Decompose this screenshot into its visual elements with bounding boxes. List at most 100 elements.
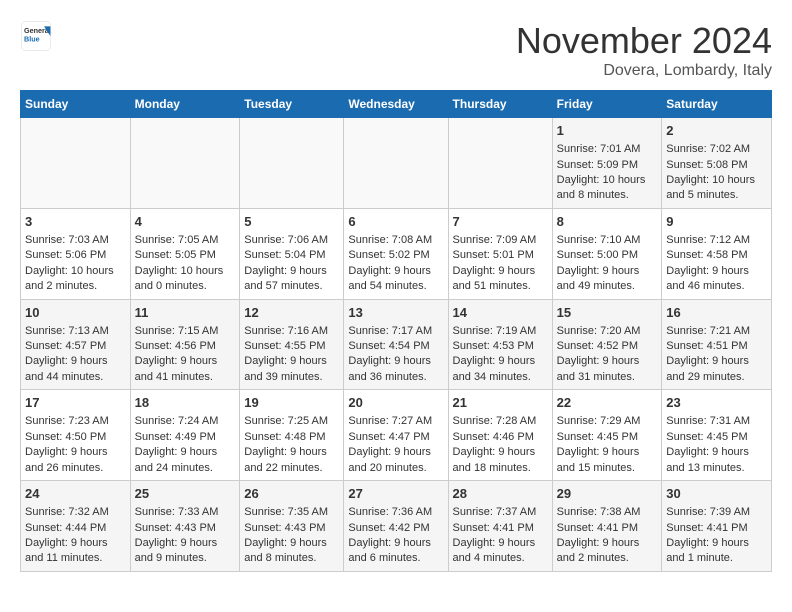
day-info: and 18 minutes.	[453, 461, 548, 476]
day-info: Sunset: 4:56 PM	[135, 339, 236, 354]
day-info: Sunrise: 7:03 AM	[25, 233, 126, 248]
day-info: Daylight: 9 hours	[453, 536, 548, 551]
day-info: Daylight: 9 hours	[25, 445, 126, 460]
day-info: and 22 minutes.	[244, 461, 339, 476]
calendar-week-row: 17Sunrise: 7:23 AMSunset: 4:50 PMDayligh…	[21, 390, 772, 481]
day-info: Sunrise: 7:05 AM	[135, 233, 236, 248]
day-info: Daylight: 10 hours	[135, 264, 236, 279]
day-info: and 20 minutes.	[348, 461, 443, 476]
day-info: Sunrise: 7:37 AM	[453, 505, 548, 520]
day-info: and 44 minutes.	[25, 370, 126, 385]
day-info: Daylight: 9 hours	[453, 354, 548, 369]
weekday-header-monday: Monday	[130, 91, 240, 118]
day-info: Sunrise: 7:01 AM	[557, 142, 658, 157]
svg-text:Blue: Blue	[24, 35, 40, 44]
day-info: Daylight: 9 hours	[666, 354, 767, 369]
calendar-week-row: 1Sunrise: 7:01 AMSunset: 5:09 PMDaylight…	[21, 118, 772, 209]
calendar-week-row: 10Sunrise: 7:13 AMSunset: 4:57 PMDayligh…	[21, 299, 772, 390]
calendar-cell: 2Sunrise: 7:02 AMSunset: 5:08 PMDaylight…	[662, 118, 772, 209]
title-block: November 2024 Dovera, Lombardy, Italy	[516, 20, 772, 80]
calendar-cell: 25Sunrise: 7:33 AMSunset: 4:43 PMDayligh…	[130, 481, 240, 572]
day-info: and 39 minutes.	[244, 370, 339, 385]
day-info: Sunset: 4:44 PM	[25, 521, 126, 536]
day-number: 6	[348, 213, 443, 231]
calendar-cell: 9Sunrise: 7:12 AMSunset: 4:58 PMDaylight…	[662, 208, 772, 299]
day-info: Sunrise: 7:25 AM	[244, 414, 339, 429]
day-info: Sunrise: 7:19 AM	[453, 324, 548, 339]
day-number: 14	[453, 304, 548, 322]
day-info: Sunset: 5:02 PM	[348, 248, 443, 263]
day-info: Daylight: 9 hours	[348, 264, 443, 279]
day-number: 30	[666, 485, 767, 503]
weekday-header-wednesday: Wednesday	[344, 91, 448, 118]
logo: General Blue	[20, 20, 52, 52]
day-info: Sunset: 4:50 PM	[25, 430, 126, 445]
day-info: Daylight: 9 hours	[244, 536, 339, 551]
day-info: Daylight: 9 hours	[244, 354, 339, 369]
calendar-cell	[344, 118, 448, 209]
calendar-cell: 21Sunrise: 7:28 AMSunset: 4:46 PMDayligh…	[448, 390, 552, 481]
day-info: Sunrise: 7:06 AM	[244, 233, 339, 248]
day-info: Daylight: 9 hours	[666, 445, 767, 460]
calendar-cell	[240, 118, 344, 209]
day-info: Daylight: 9 hours	[666, 536, 767, 551]
calendar-cell: 13Sunrise: 7:17 AMSunset: 4:54 PMDayligh…	[344, 299, 448, 390]
day-info: and 6 minutes.	[348, 551, 443, 566]
day-info: Daylight: 9 hours	[244, 264, 339, 279]
day-number: 28	[453, 485, 548, 503]
day-info: Sunset: 4:41 PM	[557, 521, 658, 536]
weekday-header-sunday: Sunday	[21, 91, 131, 118]
day-number: 17	[25, 394, 126, 412]
day-info: Sunset: 4:54 PM	[348, 339, 443, 354]
calendar-cell: 18Sunrise: 7:24 AMSunset: 4:49 PMDayligh…	[130, 390, 240, 481]
day-info: Sunrise: 7:13 AM	[25, 324, 126, 339]
day-info: and 8 minutes.	[244, 551, 339, 566]
day-info: Sunrise: 7:12 AM	[666, 233, 767, 248]
calendar-cell: 29Sunrise: 7:38 AMSunset: 4:41 PMDayligh…	[552, 481, 662, 572]
calendar-cell: 11Sunrise: 7:15 AMSunset: 4:56 PMDayligh…	[130, 299, 240, 390]
day-info: Sunrise: 7:17 AM	[348, 324, 443, 339]
day-info: Sunset: 4:42 PM	[348, 521, 443, 536]
month-title: November 2024	[516, 20, 772, 62]
day-info: Daylight: 10 hours	[557, 173, 658, 188]
day-info: Daylight: 10 hours	[666, 173, 767, 188]
day-info: and 46 minutes.	[666, 279, 767, 294]
day-info: Daylight: 9 hours	[244, 445, 339, 460]
calendar-cell: 12Sunrise: 7:16 AMSunset: 4:55 PMDayligh…	[240, 299, 344, 390]
day-info: Daylight: 9 hours	[557, 354, 658, 369]
day-info: Sunset: 4:49 PM	[135, 430, 236, 445]
day-info: and 2 minutes.	[25, 279, 126, 294]
calendar-cell: 6 Sunrise: 7:08 AMSunset: 5:02 PMDaylight…	[344, 208, 448, 299]
day-info: and 31 minutes.	[557, 370, 658, 385]
day-info: Daylight: 9 hours	[25, 536, 126, 551]
day-number: 16	[666, 304, 767, 322]
calendar-cell: 8Sunrise: 7:10 AMSunset: 5:00 PMDaylight…	[552, 208, 662, 299]
day-info: Sunrise: 7:08 AM	[348, 233, 443, 248]
day-number: 3	[25, 213, 126, 231]
day-info: Sunset: 4:55 PM	[244, 339, 339, 354]
day-info: and 51 minutes.	[453, 279, 548, 294]
day-info: Sunset: 5:08 PM	[666, 158, 767, 173]
day-info: Sunset: 4:43 PM	[135, 521, 236, 536]
calendar-cell: 10Sunrise: 7:13 AMSunset: 4:57 PMDayligh…	[21, 299, 131, 390]
day-info: and 11 minutes.	[25, 551, 126, 566]
day-info: Sunrise: 7:31 AM	[666, 414, 767, 429]
day-info: Daylight: 9 hours	[348, 354, 443, 369]
day-info: Sunrise: 7:20 AM	[557, 324, 658, 339]
day-number: 2	[666, 122, 767, 140]
calendar-header: SundayMondayTuesdayWednesdayThursdayFrid…	[21, 91, 772, 118]
day-info: Sunrise: 7:32 AM	[25, 505, 126, 520]
calendar-cell	[21, 118, 131, 209]
day-info: and 5 minutes.	[666, 188, 767, 203]
day-info: and 29 minutes.	[666, 370, 767, 385]
day-info: Sunrise: 7:09 AM	[453, 233, 548, 248]
day-info: Daylight: 9 hours	[348, 445, 443, 460]
day-info: Sunrise: 7:33 AM	[135, 505, 236, 520]
day-info: Sunset: 4:41 PM	[453, 521, 548, 536]
day-info: Daylight: 9 hours	[453, 264, 548, 279]
day-info: and 34 minutes.	[453, 370, 548, 385]
calendar-cell: 23Sunrise: 7:31 AMSunset: 4:45 PMDayligh…	[662, 390, 772, 481]
day-info: and 57 minutes.	[244, 279, 339, 294]
day-number: 7	[453, 213, 548, 231]
day-info: Daylight: 9 hours	[135, 445, 236, 460]
